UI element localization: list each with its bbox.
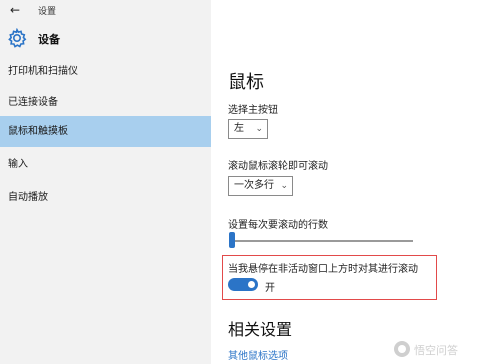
toggle-state-label: 开 [265,283,275,294]
related-settings-title: 相关设置 [228,320,293,339]
section-title: 鼠标 [228,72,264,93]
other-mouse-options-link[interactable]: 其他鼠标选项 [228,347,288,362]
left-pane: ← 设置 设备 打印机和扫描仪 已连接设备 鼠标和触摸板 输入 自动播放 [0,0,211,364]
scroll-mode-dropdown[interactable]: 一次多行 ⌄ [228,176,293,196]
sidebar-item-autoplay[interactable]: 自动播放 [0,182,211,213]
lines-to-scroll-slider-track[interactable] [231,240,413,242]
chevron-down-icon: ⌄ [255,124,263,134]
lines-to-scroll-label: 设置每次要滚动的行数 [228,220,328,231]
toggle-knob [248,281,255,288]
page-header: 设备 [0,24,211,52]
sidebar-item-mouse-touchpad[interactable]: 鼠标和触摸板 [0,116,211,147]
page-title: 设备 [38,33,60,46]
title-bar: ← 设置 [0,0,211,20]
chevron-down-icon: ⌄ [280,181,288,191]
sidebar-item-printers[interactable]: 打印机和扫描仪 [0,56,211,87]
lines-to-scroll-slider-thumb[interactable] [229,232,235,248]
inactive-scroll-toggle[interactable] [228,278,258,291]
watermark-text: 悟空问答 [414,344,458,357]
back-arrow-icon[interactable]: ← [6,2,24,18]
scroll-mode-value: 一次多行 [234,180,274,191]
window-title: 设置 [38,7,57,17]
primary-button-label: 选择主按钮 [228,105,278,116]
primary-button-dropdown[interactable]: 左 ⌄ [228,119,268,139]
sidebar-item-typing[interactable]: 输入 [0,149,211,180]
scroll-mode-label: 滚动鼠标滚轮即可滚动 [228,161,328,172]
gear-icon [8,28,27,48]
inactive-scroll-label: 当我悬停在非活动窗口上方时对其进行滚动 [228,264,418,275]
watermark: 悟空问答 [394,339,494,359]
watermark-logo-icon [394,341,410,357]
primary-button-value: 左 [234,123,244,134]
sidebar-item-connected-devices[interactable]: 已连接设备 [0,87,211,118]
